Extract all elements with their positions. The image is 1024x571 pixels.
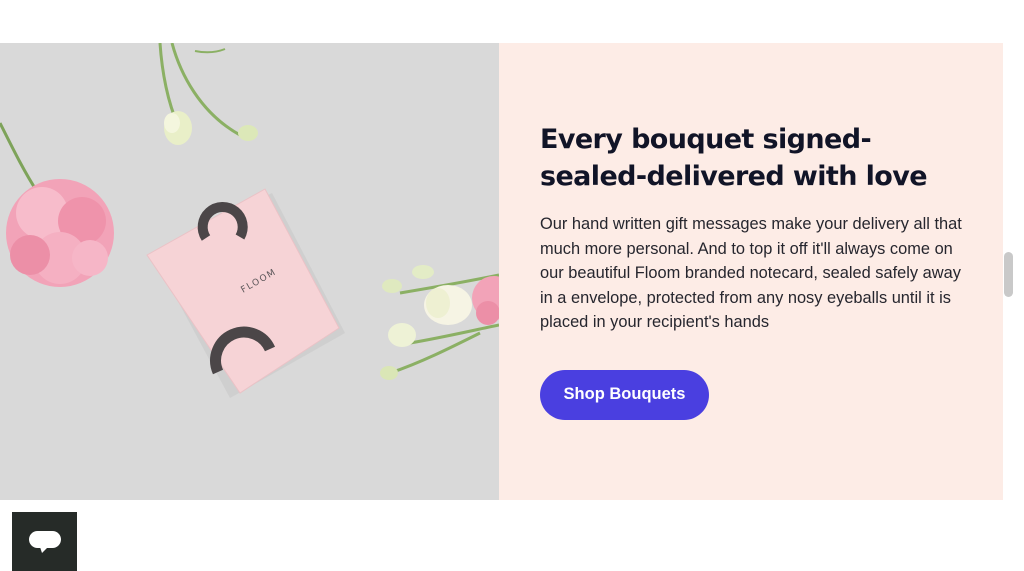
chat-bubble-icon [28,530,61,553]
scrollbar-thumb[interactable] [1004,252,1013,297]
notecard-photo: FLOOM [0,43,499,500]
chat-launcher-button[interactable] [12,512,77,571]
shop-bouquets-button[interactable]: Shop Bouquets [540,369,709,420]
notecard-image: FLOOM [0,43,499,500]
copy-panel: Every bouquet signed-sealed-delivered wi… [499,43,1003,500]
section-description: Our hand written gift messages make your… [540,215,962,331]
section-headline: Every bouquet signed-sealed-delivered wi… [540,124,928,192]
gift-message-section: FLOOM Every bouquet signed-sealed-delive… [0,43,1003,500]
